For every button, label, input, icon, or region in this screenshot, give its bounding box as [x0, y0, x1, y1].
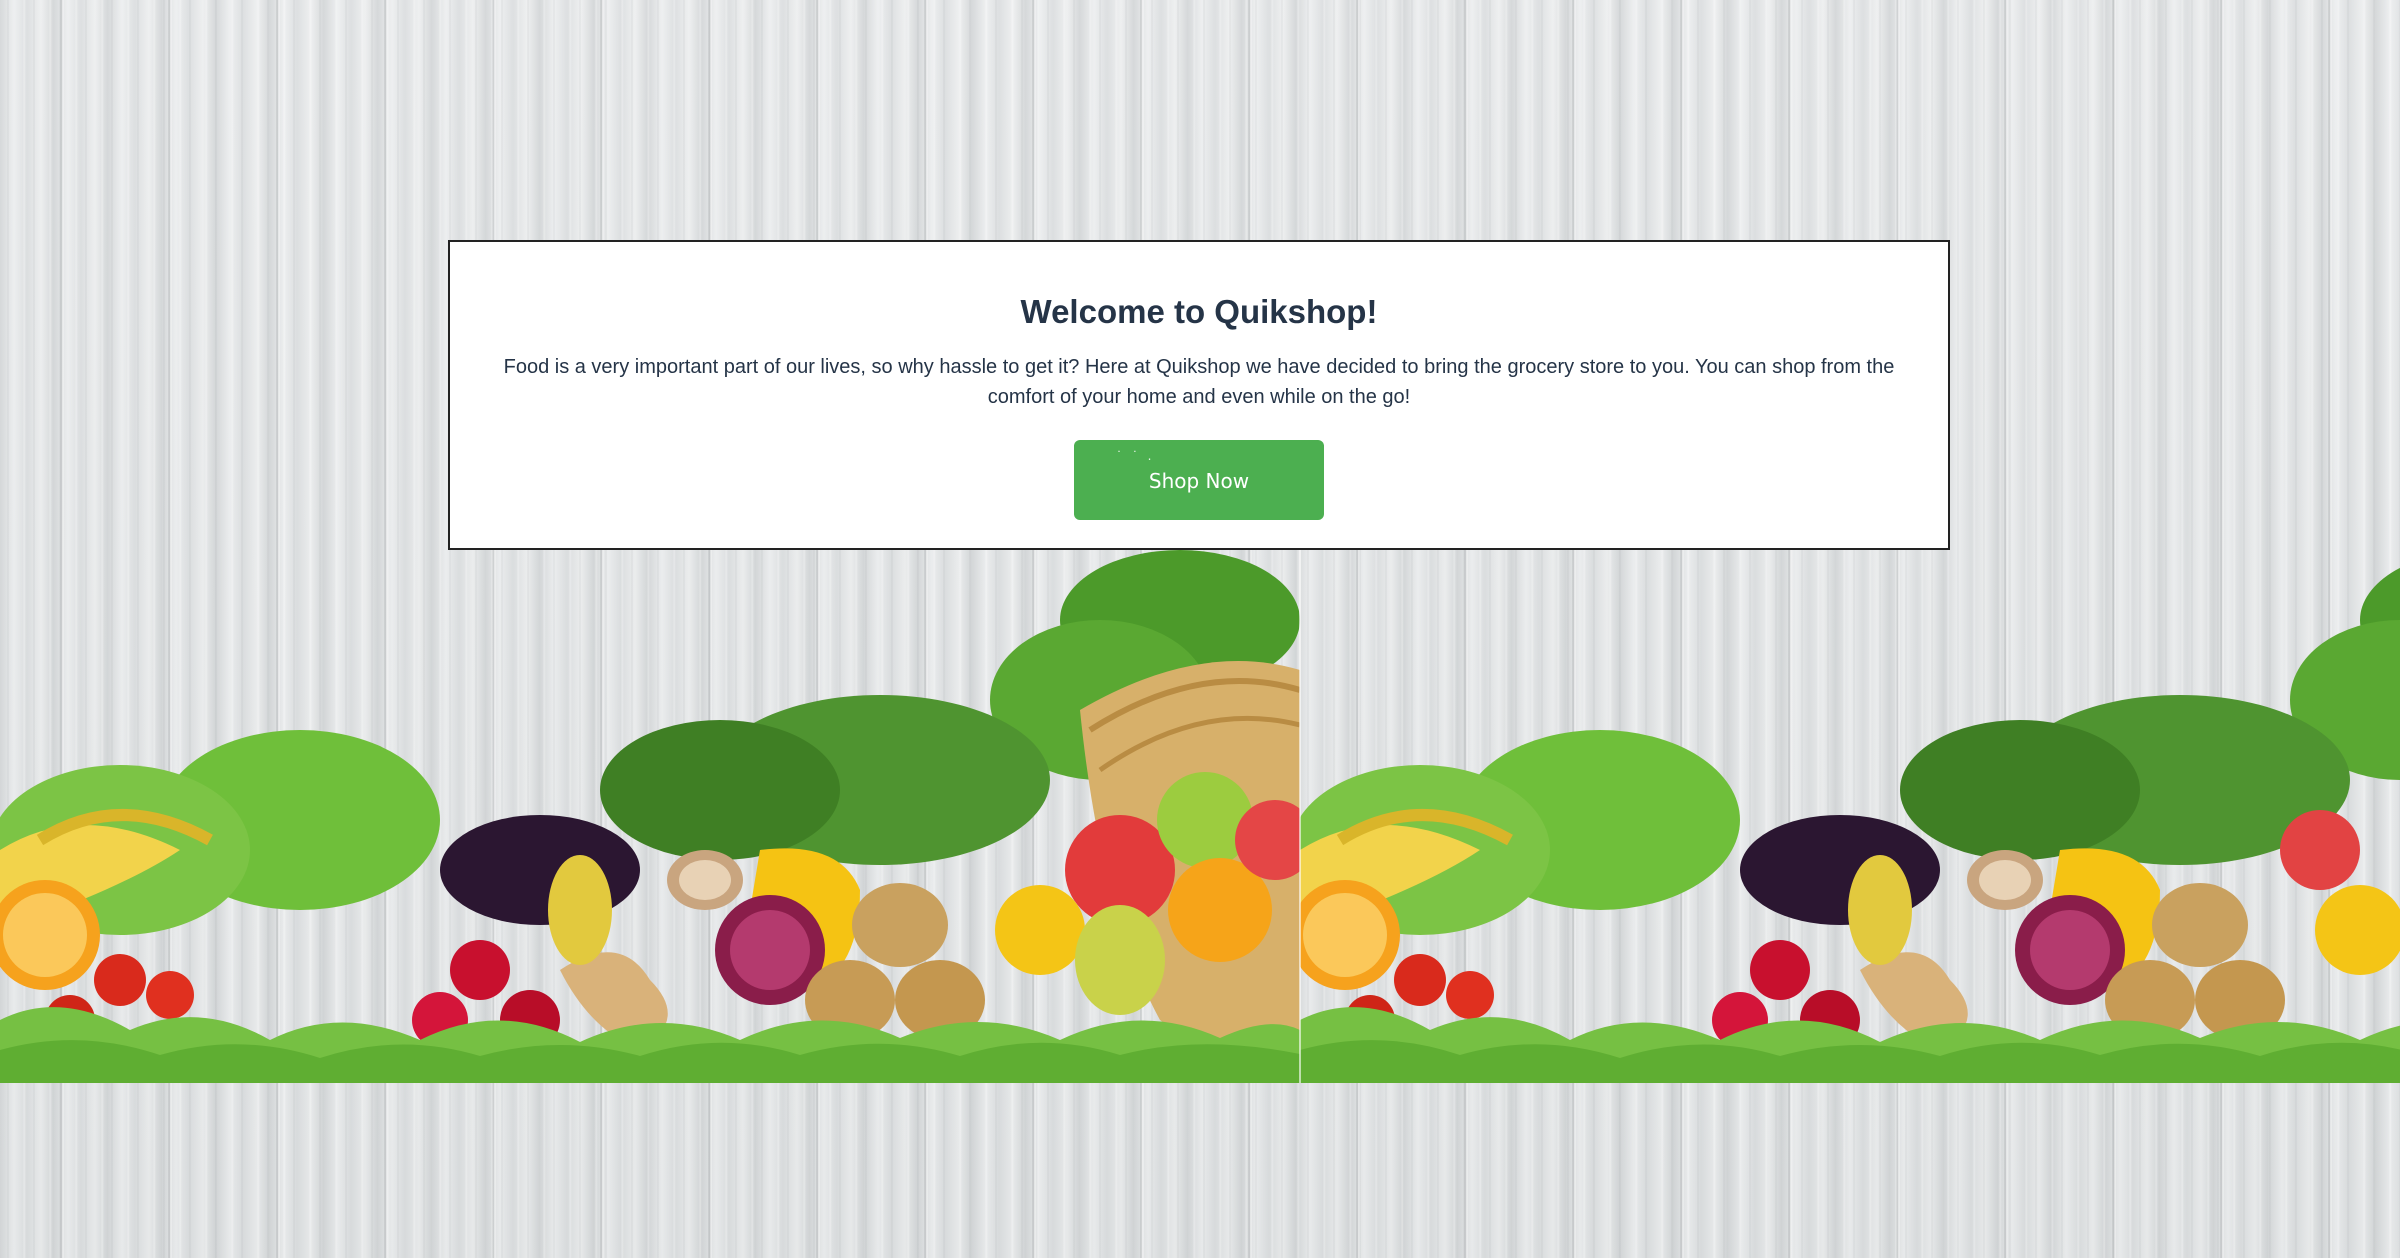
produce-image-tile — [1300, 550, 2400, 1083]
welcome-title: Welcome to Quikshop! — [1020, 293, 1378, 330]
welcome-card: Welcome to Quikshop! Food is a very impo… — [448, 240, 1950, 550]
produce-image-tile — [0, 550, 1300, 1083]
welcome-description: Food is a very important part of our liv… — [503, 356, 1895, 408]
shop-now-label: Shop Now — [1148, 469, 1250, 493]
tile-seam — [1299, 550, 1301, 1083]
sparkle-icon: ˙ ˙ . — [1116, 449, 1155, 463]
produce-banner-image — [0, 550, 2400, 1083]
shop-now-button[interactable]: ˙ ˙ . Shop Now — [1074, 440, 1324, 520]
